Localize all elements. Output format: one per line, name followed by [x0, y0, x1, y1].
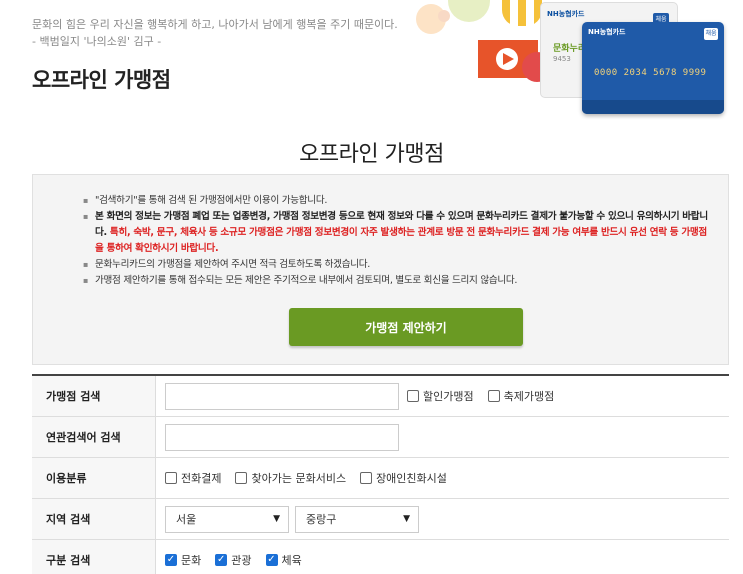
culture-checkbox[interactable]: ✓ 문화 [165, 552, 201, 568]
checkbox-box[interactable] [165, 472, 177, 484]
quote-line-2: - 백범일지 '나의소원' 김구 - [32, 35, 162, 48]
usage-type-label: 이용분류 [32, 458, 156, 498]
festival-store-checkbox[interactable]: 축제가맹점 [487, 388, 554, 404]
store-search-label: 가맹점 검색 [32, 376, 156, 416]
form-row-store-search: 가맹점 검색 할인가맹점 축제가맹점 [32, 376, 729, 417]
sports-checkbox[interactable]: ✓ 체육 [265, 552, 302, 568]
disability-friendly-checkbox[interactable]: 장애인친화시설 [360, 470, 447, 486]
notice-item: 가맹점 제안하기를 통해 접수되는 모든 제안은 주기적으로 내부에서 검토되며… [83, 273, 713, 289]
quote: 문화의 힘은 우리 자신을 행복하게 하고, 나아가서 남에게 행복을 주기 때… [32, 16, 398, 50]
section-title: 오프라인 가맹점 [299, 142, 444, 167]
checkbox-box[interactable] [235, 472, 248, 484]
keyword-search-input[interactable] [165, 423, 399, 451]
card-front: NH농협카드 채움 0000 2034 5678 9999 [582, 22, 724, 114]
district-select[interactable]: 중랑구 ▼ [295, 505, 419, 533]
discount-store-checkbox[interactable]: 할인가맹점 [407, 388, 474, 404]
page-title: 오프라인 가맹점 [32, 68, 171, 92]
form-row-region: 지역 검색 서울 ▼ 중랑구 ▼ [32, 499, 729, 540]
awning-icon [502, 0, 542, 26]
phone-payment-checkbox[interactable]: 전화결제 [165, 470, 221, 486]
checkbox-box[interactable] [407, 390, 419, 402]
keyword-search-label: 연관검색어 검색 [32, 417, 156, 457]
check-icon[interactable]: ✓ [215, 554, 228, 566]
quote-line-1: 문화의 힘은 우리 자신을 행복하게 하고, 나아가서 남에게 행복을 주기 때… [32, 18, 398, 31]
suggest-store-button[interactable]: 가맹점 제안하기 [289, 308, 523, 346]
checkbox-box[interactable] [360, 472, 373, 484]
notice-list: "검색하기"를 통해 검색 된 가맹점에서만 이용이 가능합니다. 본 화면의 … [83, 193, 713, 289]
check-icon[interactable]: ✓ [165, 554, 177, 566]
check-icon[interactable]: ✓ [265, 554, 278, 566]
checkbox-box[interactable] [487, 390, 500, 402]
form-row-category: 구분 검색 ✓ 문화 ✓ 관광 ✓ 체육 [32, 540, 729, 574]
form-row-keyword-search: 연관검색어 검색 [32, 417, 729, 458]
visiting-service-checkbox[interactable]: 찾아가는 문화서비스 [235, 470, 346, 486]
notice-box: "검색하기"를 통해 검색 된 가맹점에서만 이용이 가능합니다. 본 화면의 … [32, 174, 729, 365]
notice-item: "검색하기"를 통해 검색 된 가맹점에서만 이용이 가능합니다. [83, 193, 713, 209]
chevron-down-icon: ▼ [273, 514, 280, 524]
region-label: 지역 검색 [32, 499, 156, 539]
hero-illustration: NH농협카드 체움 문화누리 9453 NH농협카드 채움 0000 2034 … [410, 0, 743, 120]
search-form: 가맹점 검색 할인가맹점 축제가맹점 연관검색어 검색 이용분류 전화결제 찾아… [32, 374, 729, 574]
store-search-input[interactable] [165, 382, 399, 410]
form-row-usage-type: 이용분류 전화결제 찾아가는 문화서비스 장애인친화시설 [32, 458, 729, 499]
decor-circle [438, 10, 450, 22]
tourism-checkbox[interactable]: ✓ 관광 [215, 552, 252, 568]
notice-item: 문화누리카드의 가맹점을 제안하여 주시면 적극 검토하도록 하겠습니다. [83, 257, 713, 273]
decor-circle [448, 0, 490, 22]
city-select[interactable]: 서울 ▼ [165, 505, 289, 533]
notice-item: 본 화면의 정보는 가맹점 폐업 또는 업종변경, 가맹점 정보변경 등으로 현… [83, 209, 713, 257]
chevron-down-icon: ▼ [403, 514, 410, 524]
category-label: 구분 검색 [32, 540, 156, 574]
